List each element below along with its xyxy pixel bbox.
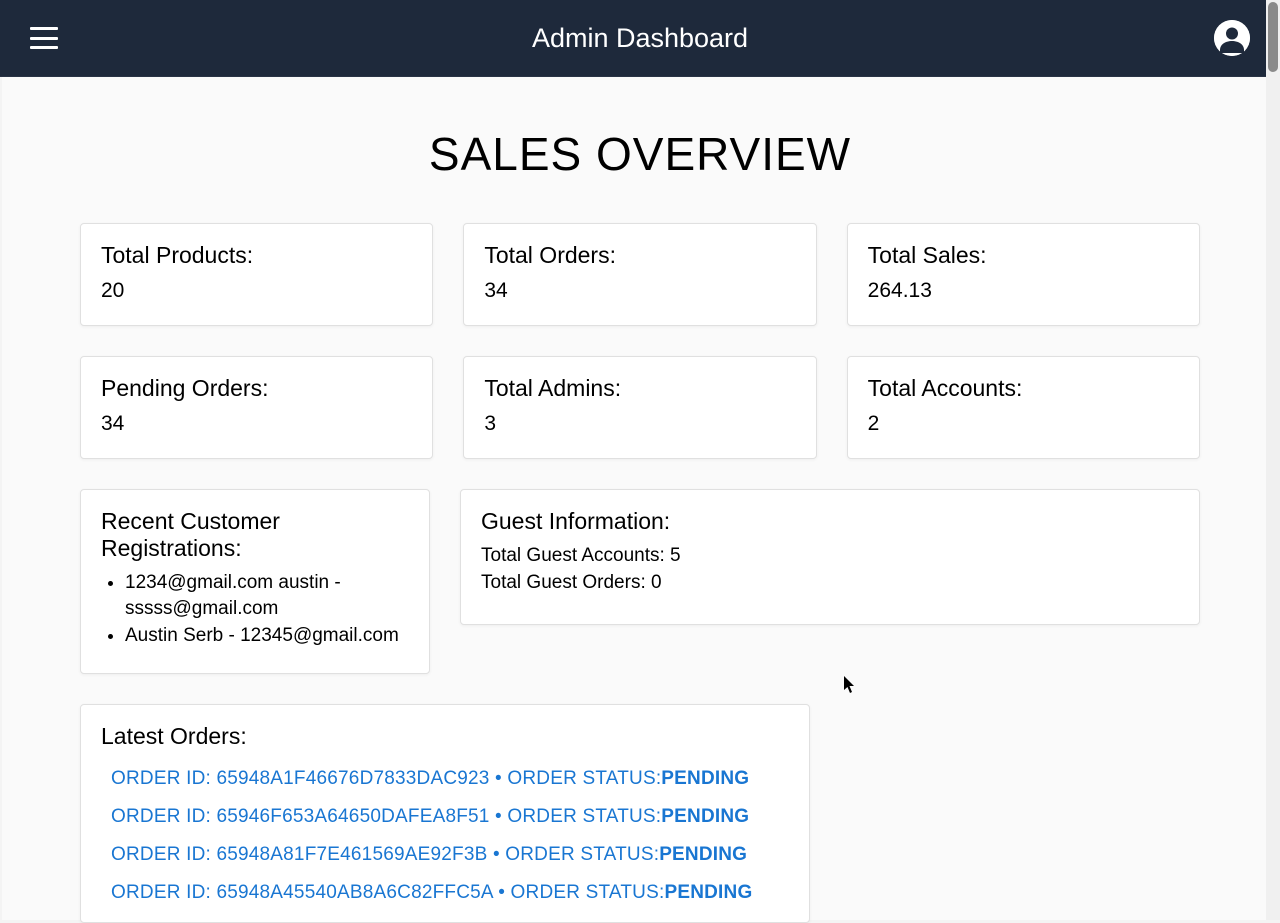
- guest-orders-value: 0: [651, 572, 662, 593]
- card-total-orders: Total Orders: 34: [463, 223, 816, 326]
- order-id: 65946F653A64650DAFEA8F51: [216, 806, 489, 827]
- order-link[interactable]: ORDER ID: 65948A1F46676D7833DAC923 • ORD…: [101, 760, 789, 798]
- order-id-label: ORDER ID:: [111, 844, 216, 865]
- card-label: Total Admins:: [484, 375, 795, 402]
- order-link[interactable]: ORDER ID: 65948A81F7E461569AE92F3B • ORD…: [101, 836, 789, 874]
- guest-accounts-label: Total Guest Accounts:: [481, 545, 670, 566]
- guest-accounts-line: Total Guest Accounts: 5: [481, 543, 1179, 570]
- page-title: SALES OVERVIEW: [30, 127, 1250, 181]
- card-pending-orders: Pending Orders: 34: [80, 356, 433, 459]
- order-status: PENDING: [661, 768, 749, 789]
- header-title: Admin Dashboard: [532, 23, 748, 54]
- card-label: Total Sales:: [868, 242, 1179, 269]
- card-label: Total Products:: [101, 242, 412, 269]
- guest-orders-line: Total Guest Orders: 0: [481, 570, 1179, 597]
- card-latest-orders: Latest Orders: ORDER ID: 65948A1F46676D7…: [80, 704, 810, 923]
- order-link[interactable]: ORDER ID: 65946F653A64650DAFEA8F51 • ORD…: [101, 798, 789, 836]
- order-status: PENDING: [661, 806, 749, 827]
- scrollbar-track[interactable]: [1266, 0, 1280, 920]
- card-value: 264.13: [868, 279, 1179, 303]
- card-total-admins: Total Admins: 3: [463, 356, 816, 459]
- card-title: Recent Customer Registrations:: [101, 508, 409, 562]
- card-total-sales: Total Sales: 264.13: [847, 223, 1200, 326]
- card-total-accounts: Total Accounts: 2: [847, 356, 1200, 459]
- app-header: Admin Dashboard: [0, 0, 1280, 77]
- card-value: 34: [101, 412, 412, 436]
- order-status-label: • ORDER STATUS:: [490, 768, 662, 789]
- card-total-products: Total Products: 20: [80, 223, 433, 326]
- order-status: PENDING: [659, 844, 747, 865]
- order-id: 65948A81F7E461569AE92F3B: [216, 844, 487, 865]
- card-value: 3: [484, 412, 795, 436]
- card-value: 34: [484, 279, 795, 303]
- content-wrapper: SALES OVERVIEW Total Products: 20 Total …: [2, 77, 1278, 920]
- order-id: 65948A45540AB8A6C82FFC5A: [216, 882, 492, 903]
- order-id: 65948A1F46676D7833DAC923: [216, 768, 489, 789]
- scrollbar-thumb[interactable]: [1268, 2, 1278, 72]
- menu-icon[interactable]: [30, 27, 58, 49]
- card-recent-registrations: Recent Customer Registrations: 1234@gmai…: [80, 489, 430, 674]
- account-icon[interactable]: [1214, 20, 1250, 56]
- stats-row-2: Pending Orders: 34 Total Admins: 3 Total…: [30, 356, 1250, 459]
- order-id-label: ORDER ID:: [111, 882, 216, 903]
- guest-orders-label: Total Guest Orders:: [481, 572, 651, 593]
- list-item: Austin Serb - 12345@gmail.com: [125, 623, 409, 649]
- stats-row-3: Recent Customer Registrations: 1234@gmai…: [30, 489, 1250, 674]
- guest-accounts-value: 5: [670, 545, 681, 566]
- order-id-label: ORDER ID:: [111, 806, 216, 827]
- card-title: Guest Information:: [481, 508, 1179, 535]
- order-link[interactable]: ORDER ID: 65948A45540AB8A6C82FFC5A • ORD…: [101, 874, 789, 912]
- order-id-label: ORDER ID:: [111, 768, 216, 789]
- card-label: Total Orders:: [484, 242, 795, 269]
- list-item: 1234@gmail.com austin - sssss@gmail.com: [125, 570, 409, 621]
- card-title: Latest Orders:: [101, 723, 789, 750]
- card-label: Pending Orders:: [101, 375, 412, 402]
- card-value: 20: [101, 279, 412, 303]
- order-status-label: • ORDER STATUS:: [487, 844, 659, 865]
- card-guest-info: Guest Information: Total Guest Accounts:…: [460, 489, 1200, 625]
- registrations-list: 1234@gmail.com austin - sssss@gmail.com …: [101, 570, 409, 649]
- stats-row-1: Total Products: 20 Total Orders: 34 Tota…: [30, 223, 1250, 326]
- order-status-label: • ORDER STATUS:: [490, 806, 662, 827]
- order-status: PENDING: [664, 882, 752, 903]
- card-value: 2: [868, 412, 1179, 436]
- order-status-label: • ORDER STATUS:: [493, 882, 665, 903]
- card-label: Total Accounts:: [868, 375, 1179, 402]
